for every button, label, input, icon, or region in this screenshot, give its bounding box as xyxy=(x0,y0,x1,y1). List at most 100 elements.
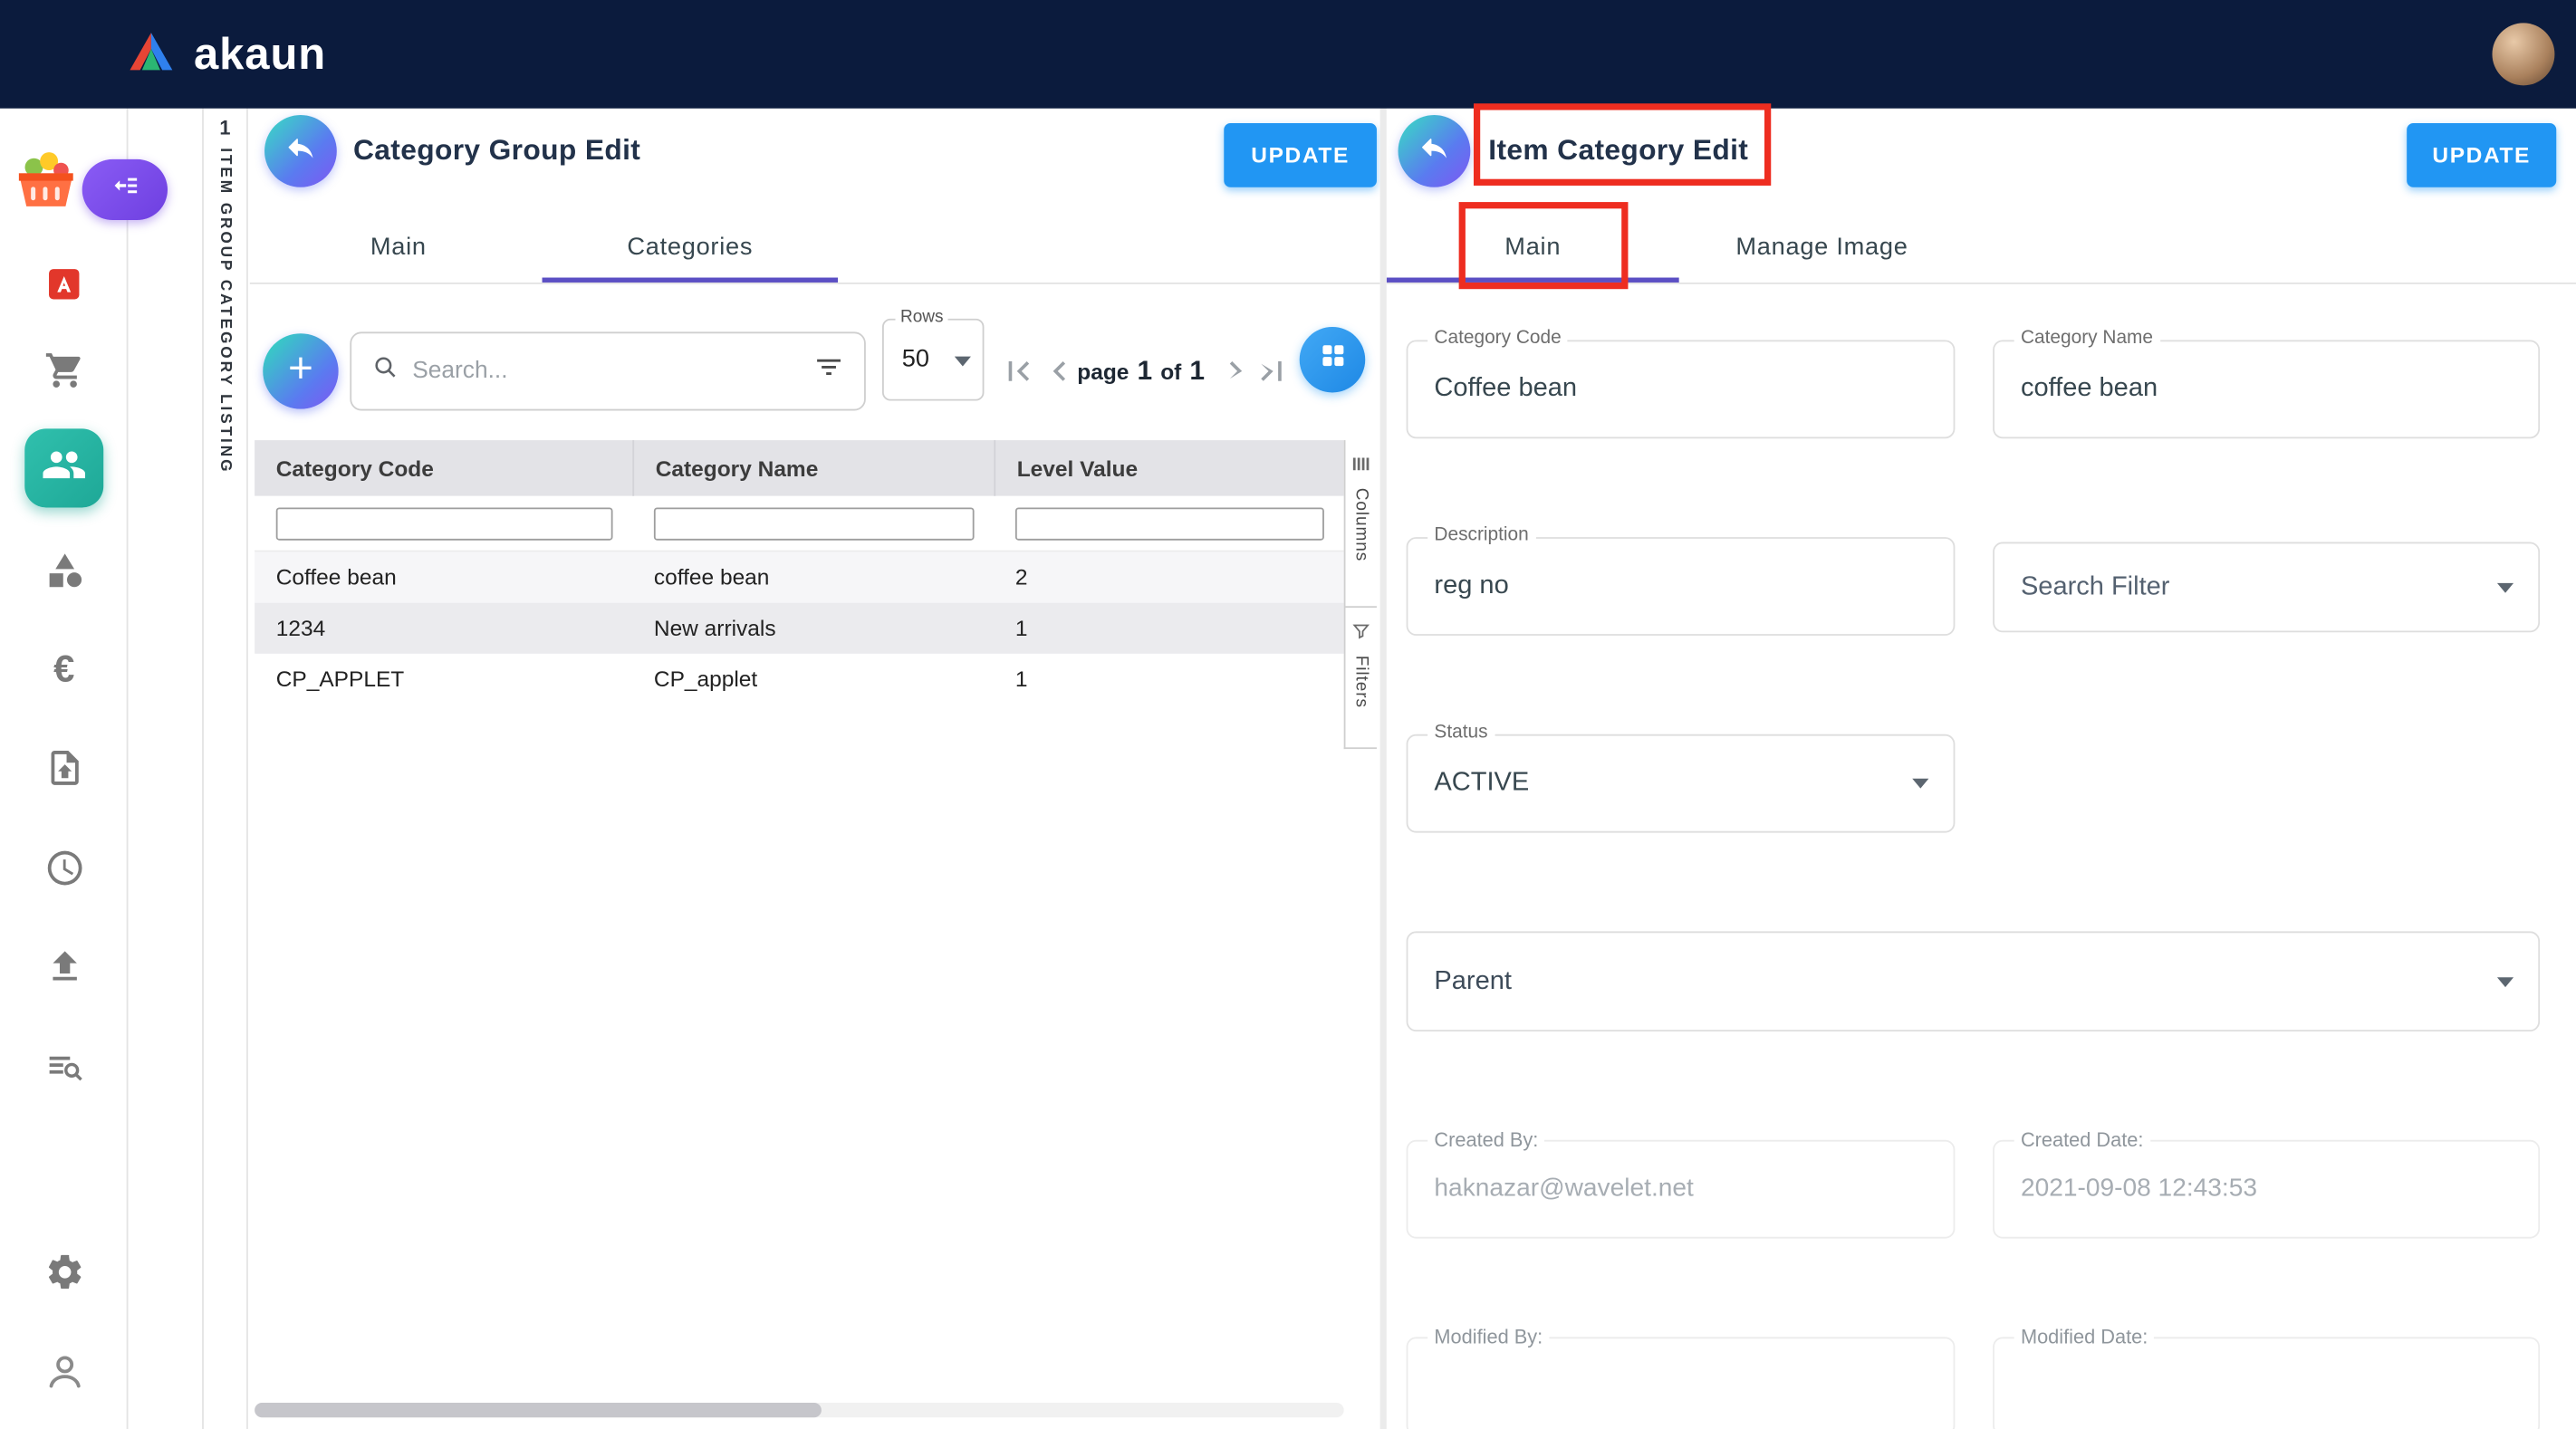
columns-icon xyxy=(1350,454,1372,484)
cart-icon[interactable] xyxy=(43,349,85,391)
search-input[interactable] xyxy=(412,358,800,384)
tabs-divider xyxy=(1387,283,2576,284)
brand[interactable]: akaun xyxy=(125,27,326,82)
category-name-label: Category Name xyxy=(2014,329,2160,349)
first-page-button[interactable] xyxy=(999,351,1039,391)
search-icon xyxy=(371,353,399,389)
categories-table: Category Code Category Name Level Value … xyxy=(255,440,1344,705)
category-code-label: Category Code xyxy=(1427,329,1568,349)
table-row[interactable]: Coffee bean coffee bean 2 xyxy=(255,551,1344,602)
update-button[interactable]: UPDATE xyxy=(1224,123,1377,187)
parent-select[interactable]: Parent xyxy=(1407,931,2541,1031)
sidebar-toggle-button[interactable] xyxy=(82,159,168,220)
category-code-value: Coffee bean xyxy=(1434,375,1577,405)
gear-icon[interactable] xyxy=(43,1250,85,1292)
avatar[interactable] xyxy=(2492,23,2554,85)
euro-icon[interactable]: € xyxy=(43,647,85,690)
back-button[interactable] xyxy=(264,115,337,187)
status-value: ACTIVE xyxy=(1434,769,1529,799)
groceries-icon[interactable] xyxy=(10,145,82,220)
cell-category-code: 1234 xyxy=(255,616,632,640)
cell-level-value: 1 xyxy=(994,667,1343,691)
rows-label: Rows xyxy=(896,307,949,327)
history-clock-icon[interactable] xyxy=(43,846,85,888)
table-row[interactable]: CP_APPLET CP_applet 1 xyxy=(255,654,1344,705)
chevron-down-icon xyxy=(955,357,971,367)
status-select[interactable]: Status ACTIVE xyxy=(1407,734,1956,833)
modified-date-field: Modified Date: xyxy=(1993,1337,2540,1429)
nav-strip-label: ITEM GROUP CATEGORY LISTING xyxy=(216,148,235,474)
columns-toggle[interactable]: Columns xyxy=(1345,440,1376,608)
grid-view-button[interactable] xyxy=(1300,327,1366,393)
back-button[interactable] xyxy=(1399,115,1471,187)
search-box xyxy=(350,331,866,410)
akaun-logo-icon xyxy=(125,27,178,82)
next-page-button[interactable] xyxy=(1216,351,1255,391)
created-by-label: Created By: xyxy=(1427,1128,1544,1151)
back-arrow-icon xyxy=(284,130,317,171)
column-header-category-code[interactable]: Category Code xyxy=(255,440,632,496)
last-page-button[interactable] xyxy=(1252,351,1292,391)
cell-category-name: New arrivals xyxy=(632,616,994,640)
tab-main[interactable]: Main xyxy=(1387,210,1679,283)
created-by-value: haknazar@wavelet.net xyxy=(1434,1175,1693,1204)
search-list-icon[interactable] xyxy=(43,1045,85,1088)
chevron-down-icon xyxy=(2497,976,2514,986)
page-total: 1 xyxy=(1189,356,1205,387)
topbar: akaun xyxy=(0,0,2576,109)
category-name-value: coffee bean xyxy=(2021,375,2158,405)
created-date-field: Created Date: 2021-09-08 12:43:53 xyxy=(1993,1140,2540,1239)
item-category-edit-panel: Item Category Edit UPDATE Main Manage Im… xyxy=(1387,109,2576,1429)
rows-per-page-select[interactable]: Rows 50 xyxy=(882,319,984,401)
filters-label: Filters xyxy=(1351,656,1371,708)
plus-icon xyxy=(283,349,319,393)
modified-by-field: Modified By: xyxy=(1407,1337,1956,1429)
filters-toggle[interactable]: Filters xyxy=(1345,608,1376,747)
created-date-value: 2021-09-08 12:43:53 xyxy=(2021,1175,2257,1204)
filter-input-category-name[interactable] xyxy=(654,507,975,540)
page-title: Item Category Edit xyxy=(1488,133,1748,168)
sidebar: € xyxy=(0,109,128,1429)
panel-divider xyxy=(1380,109,1387,1429)
table-header-row: Category Code Category Name Level Value xyxy=(255,440,1344,496)
search-filter-select[interactable]: Search Filter xyxy=(1993,542,2540,633)
scrollbar-thumb[interactable] xyxy=(255,1403,822,1417)
modified-date-label: Modified Date: xyxy=(2014,1326,2155,1348)
pdf-icon[interactable] xyxy=(43,263,85,305)
search-filter-label: Search Filter xyxy=(2021,572,2170,602)
rows-value: 50 xyxy=(902,345,929,373)
back-arrow-icon xyxy=(1418,130,1450,171)
filter-list-icon[interactable] xyxy=(813,351,844,391)
column-header-category-name[interactable]: Category Name xyxy=(632,440,994,496)
people-icon xyxy=(41,441,87,495)
cell-category-code: Coffee bean xyxy=(255,565,632,590)
upload-icon[interactable] xyxy=(43,945,85,987)
nav-strip-index: 1 xyxy=(204,117,246,139)
add-button[interactable] xyxy=(263,333,338,408)
category-group-edit-panel: Category Group Edit UPDATE Main Categori… xyxy=(250,109,1380,1429)
cell-category-name: CP_applet xyxy=(632,667,994,691)
horizontal-scrollbar xyxy=(255,1403,1344,1417)
tab-main[interactable]: Main xyxy=(255,210,542,283)
tab-categories[interactable]: Categories xyxy=(543,210,838,283)
tab-manage-image[interactable]: Manage Image xyxy=(1679,210,1966,283)
status-label: Status xyxy=(1427,723,1495,743)
category-code-field[interactable]: Category Code Coffee bean xyxy=(1407,340,1956,438)
file-upload-icon[interactable] xyxy=(43,745,85,788)
column-header-level-value[interactable]: Level Value xyxy=(994,440,1343,496)
description-field[interactable]: Description reg no xyxy=(1407,537,1956,636)
sidebar-item-selected[interactable] xyxy=(24,428,103,507)
description-value: reg no xyxy=(1434,571,1508,601)
columns-label: Columns xyxy=(1351,488,1371,562)
filter-input-category-code[interactable] xyxy=(276,507,613,540)
app-window: akaun xyxy=(0,0,2576,1429)
profile-icon[interactable] xyxy=(43,1350,85,1393)
update-button[interactable]: UPDATE xyxy=(2407,123,2556,187)
filter-input-level-value[interactable] xyxy=(1015,507,1324,540)
category-shapes-icon[interactable] xyxy=(43,549,85,591)
tabs-divider xyxy=(250,283,1380,284)
table-row[interactable]: 1234 New arrivals 1 xyxy=(255,603,1344,654)
parent-label: Parent xyxy=(1434,966,1512,996)
created-date-label: Created Date: xyxy=(2014,1128,2150,1151)
category-name-field[interactable]: Category Name coffee bean xyxy=(1993,340,2540,438)
